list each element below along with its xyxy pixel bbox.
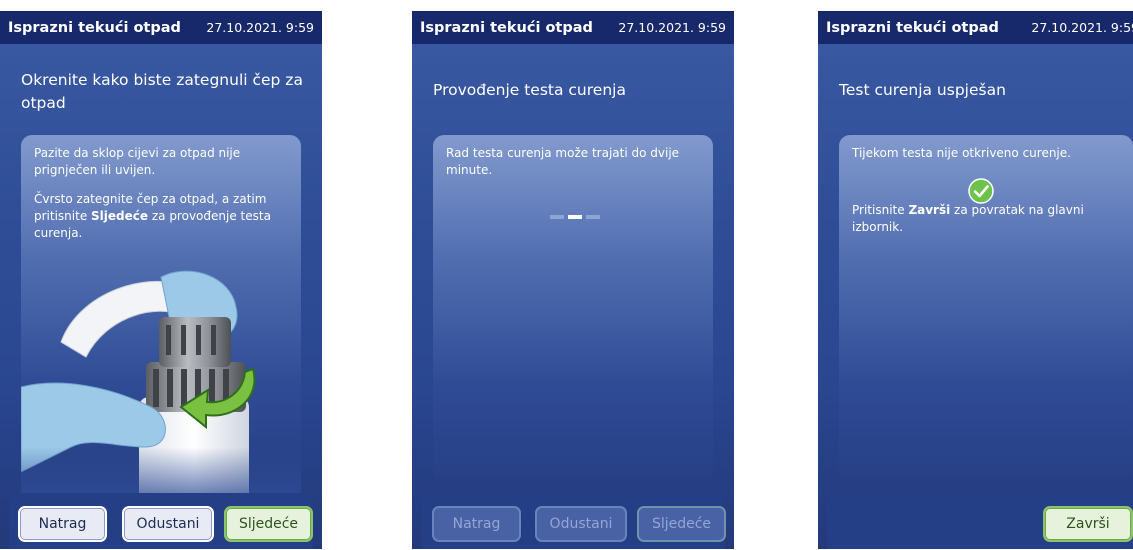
status-panel: Rad testa curenja može trajati do dvije …	[433, 135, 713, 486]
title-bar: Isprazni tekući otpad 27.10.2021. 9:59	[412, 11, 734, 44]
success-check-icon	[968, 178, 994, 204]
button-bar: Natrag Odustani Sljedeće	[421, 493, 726, 549]
result-heading: Test curenja uspješan	[839, 81, 1006, 99]
title-bar: Isprazni tekući otpad 27.10.2021. 9:59	[818, 11, 1133, 44]
back-button[interactable]: Natrag	[18, 506, 107, 542]
datetime: 27.10.2021. 9:59	[1031, 20, 1133, 35]
datetime: 27.10.2021. 9:59	[618, 20, 726, 35]
finish-button[interactable]: Završi	[1043, 506, 1133, 542]
screen-title: Isprazni tekući otpad	[8, 19, 181, 36]
cancel-button[interactable]: Odustani	[535, 506, 627, 542]
progress-dot	[550, 215, 564, 219]
next-button[interactable]: Sljedeće	[637, 506, 726, 542]
back-button[interactable]: Natrag	[432, 506, 521, 542]
progress-dot-active	[568, 215, 582, 219]
cancel-button[interactable]: Odustani	[122, 506, 214, 542]
result-text-2: Pritisnite Završi za povratak na glavni …	[852, 203, 1084, 234]
button-bar: Natrag Odustani Sljedeće	[9, 493, 313, 549]
progress-dot	[586, 215, 600, 219]
status-heading: Provođenje testa curenja	[433, 81, 626, 99]
screen-leak-test-passed: Isprazni tekući otpad 27.10.2021. 9:59 T…	[818, 11, 1133, 549]
result-text-1: Tijekom testa nije otkriveno curenje.	[852, 146, 1071, 160]
screen-title: Isprazni tekući otpad	[420, 19, 593, 36]
instruction-text-1: Pazite da sklop cijevi za otpad nije pri…	[34, 146, 241, 177]
screen-title: Isprazni tekući otpad	[826, 19, 999, 36]
title-bar: Isprazni tekući otpad 27.10.2021. 9:59	[0, 11, 322, 44]
status-text: Rad testa curenja može trajati do dvije …	[446, 146, 680, 177]
tighten-cap-illustration	[21, 270, 301, 507]
next-button[interactable]: Sljedeće	[224, 506, 313, 542]
datetime: 27.10.2021. 9:59	[206, 20, 314, 35]
instruction-panel: Pazite da sklop cijevi za otpad nije pri…	[21, 135, 301, 507]
progress-indicator	[550, 215, 600, 219]
instruction-text-2: Čvrsto zategnite čep za otpad, a zatim p…	[34, 192, 271, 240]
instruction-heading: Okrenite kako biste zategnuli čep za otp…	[21, 71, 303, 112]
screen-tighten-cap: Isprazni tekući otpad 27.10.2021. 9:59 O…	[0, 11, 322, 549]
screen-leak-test-running: Isprazni tekući otpad 27.10.2021. 9:59 P…	[412, 11, 734, 549]
button-bar: Završi	[827, 493, 1133, 549]
